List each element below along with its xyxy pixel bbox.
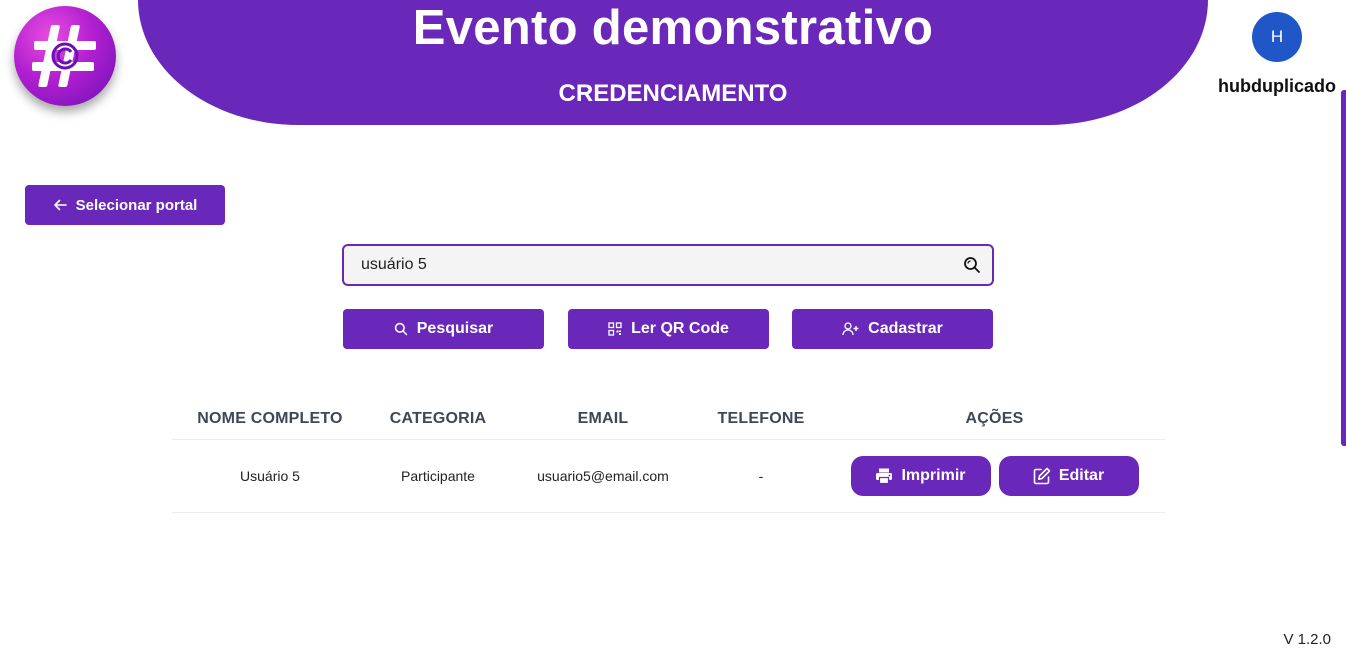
app-version: V 1.2.0: [1283, 631, 1331, 648]
search-button[interactable]: Pesquisar: [343, 309, 544, 349]
read-qr-label: Ler QR Code: [631, 320, 729, 337]
edit-icon: [1033, 467, 1051, 485]
search-icon: [394, 322, 407, 336]
select-portal-button[interactable]: Selecionar portal: [25, 185, 225, 225]
register-button[interactable]: Cadastrar: [792, 309, 993, 349]
edit-button[interactable]: Editar: [998, 456, 1139, 496]
cell-category: Participante: [401, 468, 475, 484]
cell-email: usuario5@email.com: [537, 468, 669, 484]
search-button-label: Pesquisar: [416, 320, 494, 337]
read-qr-button[interactable]: Ler QR Code: [568, 309, 769, 349]
column-header-email[interactable]: EMAIL: [508, 410, 698, 428]
register-label: Cadastrar: [868, 320, 943, 337]
cell-phone: -: [758, 468, 764, 484]
column-header-category[interactable]: CATEGORIA: [368, 410, 508, 428]
cell-name: Usuário 5: [240, 468, 300, 484]
cell-actions: Imprimir Editar: [824, 456, 1165, 496]
event-title: Evento demonstrativo: [412, 1, 934, 55]
scrollbar[interactable]: [1341, 90, 1346, 446]
column-header-name[interactable]: NOME COMPLETO: [172, 410, 368, 428]
qr-code-icon: [608, 322, 622, 336]
search-field[interactable]: [342, 244, 994, 286]
user-menu[interactable]: H hubduplicado: [1214, 12, 1340, 97]
column-header-phone[interactable]: TELEFONE: [698, 410, 824, 428]
table-row: Usuário 5 Participante usuario5@email.co…: [172, 440, 1165, 513]
print-button[interactable]: Imprimir: [850, 456, 991, 496]
print-label: Imprimir: [901, 467, 966, 484]
add-user-icon: [842, 322, 859, 336]
avatar[interactable]: H: [1252, 12, 1302, 62]
page-subtitle: CREDENCIAMENTO: [558, 80, 788, 107]
printer-icon: [876, 468, 893, 484]
participants-table: NOME COMPLETO CATEGORIA EMAIL TELEFONE A…: [172, 398, 1165, 513]
event-header: Evento demonstrativo CREDENCIAMENTO: [138, 0, 1208, 125]
table-header: NOME COMPLETO CATEGORIA EMAIL TELEFONE A…: [172, 398, 1165, 440]
hashtag-logo-icon: [32, 25, 96, 87]
select-portal-label: Selecionar portal: [75, 196, 198, 214]
username: hubduplicado: [1218, 76, 1336, 96]
arrow-left-icon: [53, 199, 67, 211]
app-logo[interactable]: [14, 6, 116, 106]
edit-label: Editar: [1058, 467, 1105, 484]
column-header-actions: AÇÕES: [965, 409, 1024, 427]
search-icon[interactable]: [952, 256, 992, 274]
search-input[interactable]: [344, 246, 952, 284]
